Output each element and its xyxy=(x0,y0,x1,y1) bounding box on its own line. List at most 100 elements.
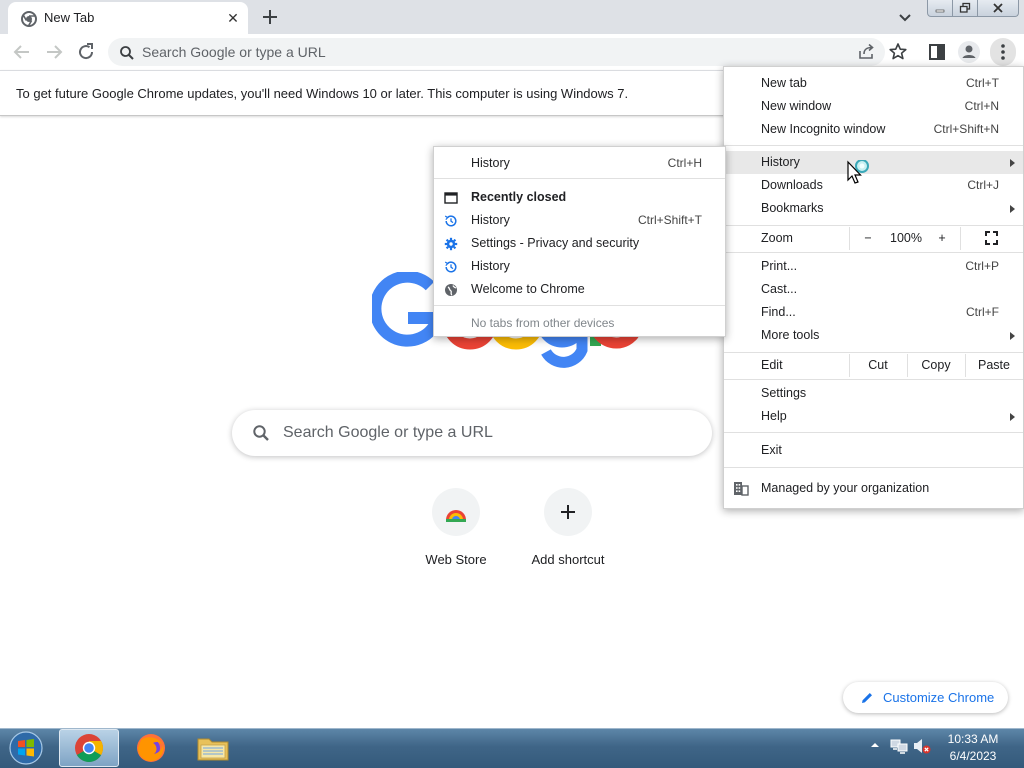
history-icon xyxy=(444,260,458,274)
menu-item-shortcut: Ctrl+Shift+N xyxy=(933,122,999,136)
menu-item-label: Welcome to Chrome xyxy=(471,282,585,296)
folder-icon xyxy=(197,738,229,761)
tab-search-button[interactable] xyxy=(893,6,917,28)
menu-item-find[interactable]: Find... Ctrl+F xyxy=(724,301,1023,324)
menu-item-label: Find... xyxy=(761,305,796,319)
fullscreen-button[interactable] xyxy=(960,227,1023,250)
address-bar[interactable]: Search Google or type a URL xyxy=(108,38,885,66)
menu-item-print[interactable]: Print... Ctrl+P xyxy=(724,255,1023,278)
shortcut-web-store[interactable]: Web Store xyxy=(400,486,512,576)
search-icon xyxy=(252,424,270,442)
menu-item-label: New window xyxy=(761,99,832,113)
menu-separator xyxy=(724,467,1023,468)
menu-item-label: No tabs from other devices xyxy=(471,316,615,330)
menu-item-label: Recently closed xyxy=(471,190,567,204)
menu-item-cast[interactable]: Cast... xyxy=(724,278,1023,301)
back-button[interactable] xyxy=(10,40,34,64)
plus-icon xyxy=(544,488,592,536)
menu-item-shortcut: Ctrl+F xyxy=(966,305,999,319)
menu-row-edit: Edit Cut Copy Paste xyxy=(724,354,1023,377)
taskbar-explorer-button[interactable] xyxy=(183,729,243,767)
menu-item-exit[interactable]: Exit xyxy=(724,439,1023,462)
submenu-arrow-icon xyxy=(1010,205,1015,213)
submenu-item-history[interactable]: History Ctrl+H xyxy=(434,152,725,175)
submenu-recently-closed-header: Recently closed xyxy=(434,186,725,209)
taskbar-firefox-button[interactable] xyxy=(121,729,181,767)
submenu-no-tabs-message: No tabs from other devices xyxy=(434,312,725,335)
arrow-left-icon xyxy=(13,45,29,59)
close-tab-icon[interactable]: ✕ xyxy=(224,9,242,27)
ntp-search-placeholder: Search Google or type a URL xyxy=(283,424,493,441)
menu-item-new-incognito-window[interactable]: New Incognito window Ctrl+Shift+N xyxy=(724,118,1023,141)
zoom-label: Zoom xyxy=(761,231,793,245)
menu-item-label: History xyxy=(761,155,800,169)
shortcut-label: Add shortcut xyxy=(531,552,605,567)
pencil-icon xyxy=(859,690,875,706)
submenu-arrow-icon xyxy=(1010,413,1015,421)
infobar-message: To get future Google Chrome updates, you… xyxy=(16,86,629,101)
menu-item-label: History xyxy=(471,259,510,273)
submenu-item-settings-privacy[interactable]: Settings - Privacy and security xyxy=(434,232,725,255)
menu-item-managed[interactable]: Managed by your organization xyxy=(724,477,1023,500)
menu-item-help[interactable]: Help xyxy=(724,405,1023,428)
taskbar-clock[interactable]: 10:33 AM 6/4/2023 xyxy=(933,731,1013,767)
minimize-button[interactable] xyxy=(927,0,953,17)
busy-cursor-icon xyxy=(846,160,876,186)
bookmark-star-button[interactable] xyxy=(886,40,910,64)
menu-item-bookmarks[interactable]: Bookmarks xyxy=(724,197,1023,220)
taskbar-chrome-button[interactable] xyxy=(59,729,119,767)
paste-button[interactable]: Paste xyxy=(965,354,1023,377)
side-panel-icon xyxy=(929,44,945,60)
volume-muted-icon[interactable] xyxy=(912,737,932,755)
ntp-search-box[interactable]: Search Google or type a URL xyxy=(232,410,712,456)
submenu-item-history-page[interactable]: History xyxy=(434,255,725,278)
shortcut-add[interactable]: Add shortcut xyxy=(512,486,624,576)
chrome-main-menu: New tab Ctrl+T New window Ctrl+N New Inc… xyxy=(723,66,1024,509)
avatar xyxy=(958,41,980,63)
clock-date: 6/4/2023 xyxy=(949,749,997,763)
menu-item-settings[interactable]: Settings xyxy=(724,382,1023,405)
submenu-item-welcome[interactable]: Welcome to Chrome xyxy=(434,278,725,301)
close-icon xyxy=(993,3,1003,13)
restore-button[interactable] xyxy=(952,0,978,17)
customize-chrome-button[interactable]: Customize Chrome xyxy=(843,682,1008,713)
menu-separator xyxy=(724,145,1023,146)
submenu-item-recent-history[interactable]: History Ctrl+Shift+T xyxy=(434,209,725,232)
start-button[interactable] xyxy=(6,729,46,767)
chrome-icon xyxy=(75,734,103,762)
tab-title: New Tab xyxy=(44,10,95,25)
menu-item-new-tab[interactable]: New tab Ctrl+T xyxy=(724,72,1023,95)
network-tray-icon[interactable] xyxy=(889,737,909,755)
reload-button[interactable] xyxy=(74,40,98,64)
window-close-button[interactable] xyxy=(977,0,1019,17)
chrome-menu-button[interactable] xyxy=(990,38,1016,66)
edit-label: Edit xyxy=(761,358,783,372)
tab-new-tab[interactable]: New Tab ✕ xyxy=(8,2,248,34)
menu-item-new-window[interactable]: New window Ctrl+N xyxy=(724,95,1023,118)
cut-button[interactable]: Cut xyxy=(849,354,907,377)
menu-separator xyxy=(724,432,1023,433)
menu-item-more-tools[interactable]: More tools xyxy=(724,324,1023,347)
menu-separator xyxy=(724,352,1023,353)
menu-separator xyxy=(724,252,1023,253)
globe-icon xyxy=(444,283,458,297)
clock-time: 10:33 AM xyxy=(947,732,999,746)
copy-button[interactable]: Copy xyxy=(907,354,965,377)
menu-item-label: Settings xyxy=(761,386,807,400)
chevron-up-icon xyxy=(871,743,879,747)
new-tab-button[interactable] xyxy=(258,5,282,29)
side-panel-button[interactable] xyxy=(925,40,949,64)
star-icon xyxy=(889,43,907,60)
menu-item-label: History xyxy=(471,213,510,227)
menu-item-shortcut: Ctrl+N xyxy=(964,99,999,113)
minimize-icon xyxy=(935,9,945,13)
share-button[interactable] xyxy=(855,40,879,64)
building-icon xyxy=(733,481,749,496)
profile-button[interactable] xyxy=(957,40,981,64)
menu-item-shortcut: Ctrl+J xyxy=(967,178,999,192)
show-hidden-icons-button[interactable] xyxy=(868,738,882,752)
menu-item-label: New Incognito window xyxy=(761,122,886,136)
zoom-in-button[interactable]: + xyxy=(925,227,959,250)
zoom-out-button[interactable]: − xyxy=(849,227,887,250)
forward-button[interactable] xyxy=(42,40,66,64)
